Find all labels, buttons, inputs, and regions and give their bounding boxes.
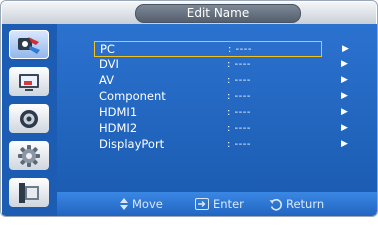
item-value: : ---- (228, 44, 252, 55)
return-label: Return (286, 197, 325, 211)
sidebar (2, 24, 57, 216)
list-item-dvi[interactable]: DVI : ---- ▶ (94, 57, 348, 72)
sound-icon (20, 109, 38, 128)
display-icon (19, 73, 39, 91)
gear-icon (18, 144, 40, 167)
enter-label: Enter (213, 197, 244, 211)
sidebar-tab-multiscreen[interactable] (9, 178, 49, 207)
item-value: : ---- (227, 139, 251, 150)
item-label: Component (99, 89, 166, 103)
move-hint: Move (120, 197, 163, 211)
right-arrow-icon: ▶ (341, 139, 348, 149)
return-hint: Return (269, 197, 324, 211)
item-value: : ---- (227, 91, 251, 102)
list-item-component[interactable]: Component : ---- ▶ (94, 89, 348, 104)
window-title: Edit Name (135, 4, 301, 23)
multi-screen-icon (19, 182, 39, 203)
item-label: DisplayPort (99, 137, 165, 151)
list-item-displayport[interactable]: DisplayPort : ---- ▶ (94, 137, 348, 152)
item-label: PC (100, 42, 115, 56)
return-icon (269, 198, 282, 210)
edit-name-list: PC : ---- ▶ DVI : ---- ▶ AV : ---- ▶ Com… (57, 24, 377, 192)
up-down-arrows-icon (120, 198, 128, 210)
right-arrow-icon: ▶ (341, 75, 348, 85)
right-arrow-icon: ▶ (342, 44, 349, 54)
move-label: Move (132, 197, 163, 211)
item-value: : ---- (227, 107, 251, 118)
list-item-hdmi1[interactable]: HDMI1 : ---- ▶ (94, 105, 348, 120)
right-arrow-icon: ▶ (341, 107, 348, 117)
right-arrow-icon: ▶ (341, 59, 348, 69)
item-value: : ---- (227, 59, 251, 70)
osd-window: Edit Name PC: ---- ▶ DVI: ---- ▶ AV: … (0, 0, 378, 217)
item-label: HDMI1 (99, 105, 138, 119)
item-value: : ---- (227, 75, 251, 86)
button-guide-bar: Move Enter Return (57, 192, 377, 216)
item-label: HDMI2 (99, 121, 138, 135)
list-item-pc[interactable]: PC : ---- ▶ (94, 41, 349, 57)
enter-icon (195, 198, 209, 210)
sidebar-tab-display[interactable] (9, 67, 49, 96)
list-item-hdmi2[interactable]: HDMI2 : ---- ▶ (94, 121, 348, 136)
picture-mode-icon (18, 36, 40, 54)
enter-hint: Enter (195, 197, 244, 211)
sidebar-tab-sound[interactable] (9, 104, 49, 133)
list-item-av[interactable]: AV : ---- ▶ (94, 73, 348, 88)
title-bar: Edit Name (2, 2, 376, 24)
right-arrow-icon: ▶ (341, 123, 348, 133)
right-arrow-icon: ▶ (341, 91, 348, 101)
sidebar-tab-setup[interactable] (9, 141, 49, 170)
item-value: : ---- (227, 123, 251, 134)
sidebar-tab-picture[interactable] (9, 30, 49, 59)
item-label: DVI (99, 57, 119, 71)
item-label: AV (99, 73, 114, 87)
